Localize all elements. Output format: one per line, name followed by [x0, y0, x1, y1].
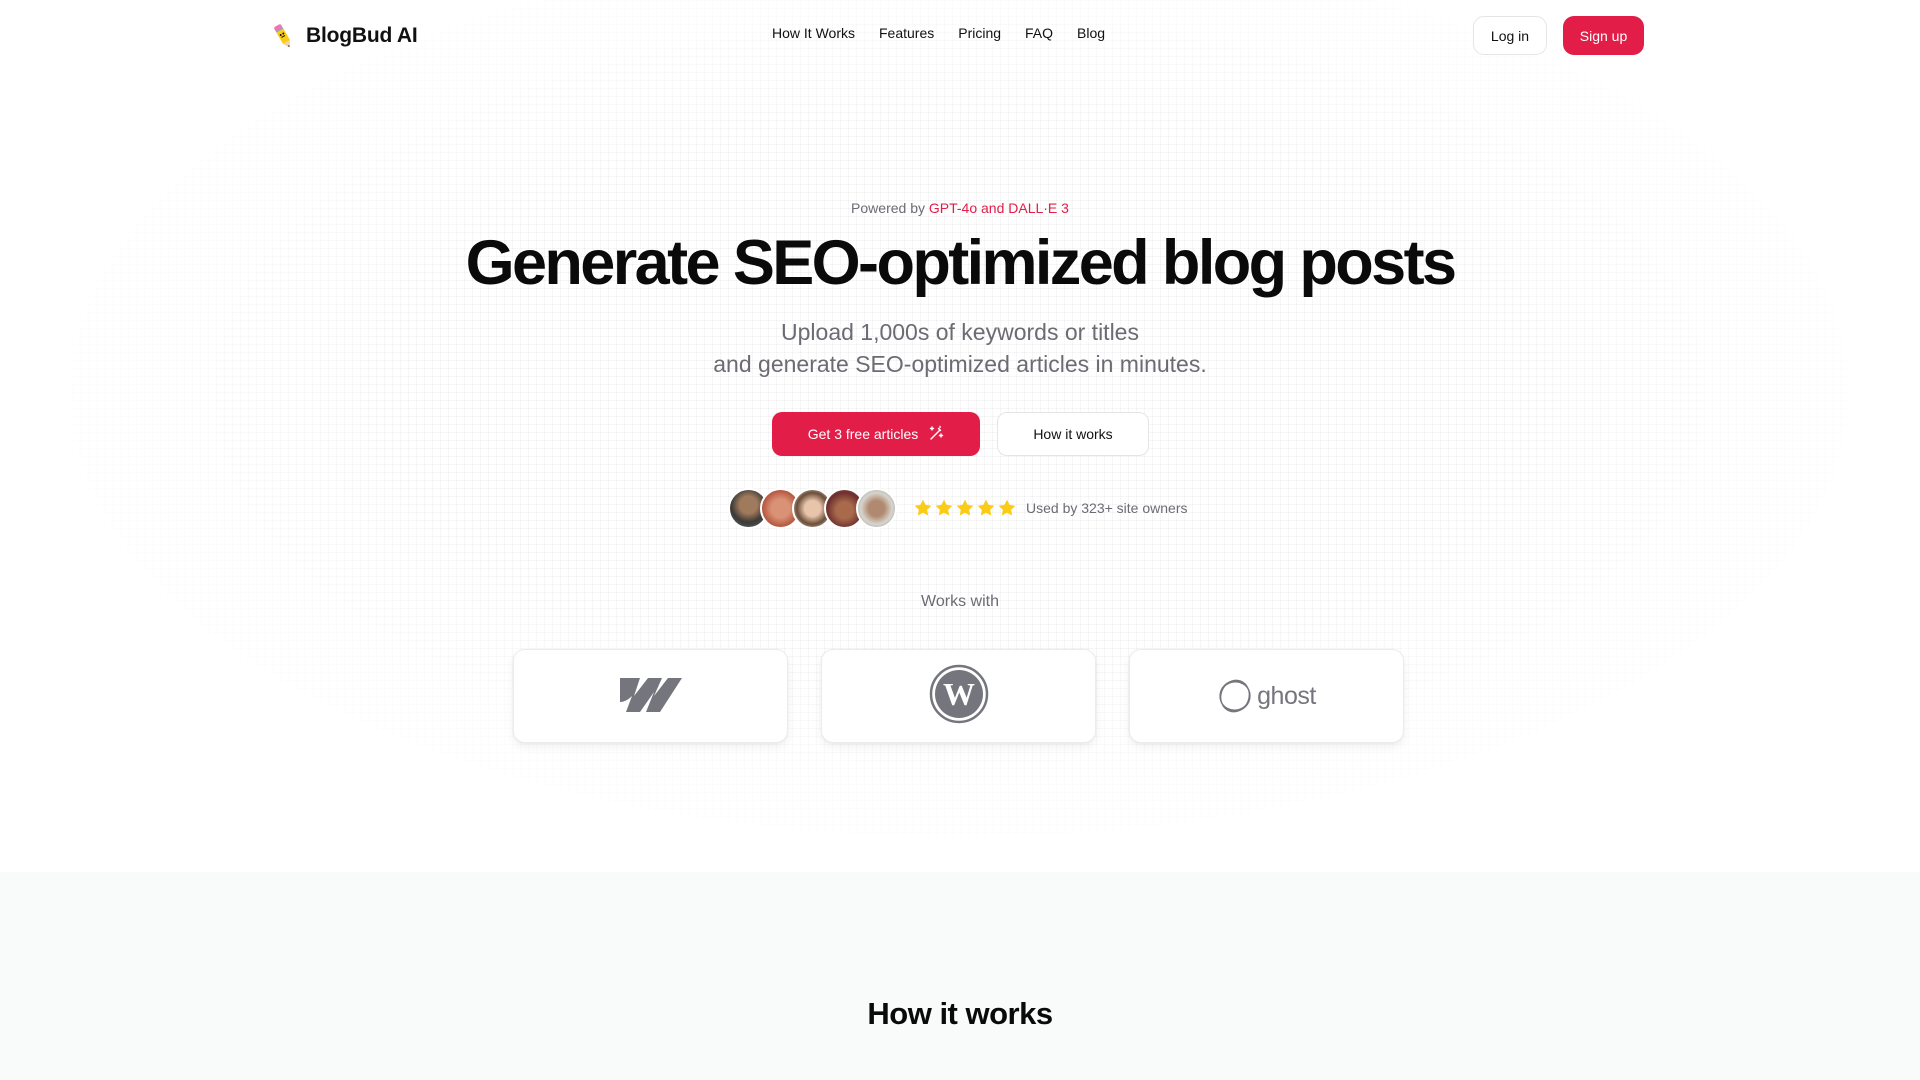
login-button[interactable]: Log in: [1473, 16, 1547, 55]
magic-wand-icon: [928, 425, 944, 444]
how-it-works-heading: How it works: [867, 996, 1053, 1031]
nav-link-how-it-works[interactable]: How It Works: [772, 25, 855, 41]
nav-link-features[interactable]: Features: [879, 25, 934, 41]
brand-logo-link[interactable]: BlogBud AI: [272, 20, 418, 52]
how-it-works-button[interactable]: How it works: [997, 412, 1149, 456]
nav-link-pricing[interactable]: Pricing: [958, 25, 1001, 41]
subhead-line-1: Upload 1,000s of keywords or titles: [781, 319, 1139, 345]
powered-by-text: Powered by GPT-4o and DALL·E 3: [0, 200, 1920, 216]
signup-button[interactable]: Sign up: [1563, 16, 1644, 55]
avatar-group: [728, 487, 897, 529]
nav-link-blog[interactable]: Blog: [1077, 25, 1105, 41]
avatar: [856, 487, 897, 529]
star-icon: [934, 498, 954, 518]
integration-card-ghost[interactable]: ghost: [1129, 649, 1404, 743]
brand-name: BlogBud AI: [306, 24, 418, 47]
get-free-articles-button[interactable]: Get 3 free articles: [772, 412, 980, 456]
ghost-logo-icon: ghost: [1217, 678, 1316, 714]
powered-by-prefix: Powered by: [851, 200, 929, 216]
wordpress-logo-icon: W: [929, 664, 989, 729]
pencil-mascot-icon: [272, 22, 294, 50]
nav-links: How It Works Features Pricing FAQ Blog: [772, 25, 1105, 41]
rating-stars: [913, 498, 1017, 518]
integration-cards: W ghost: [513, 649, 1404, 743]
social-proof: Used by 323+ site owners: [728, 487, 1187, 529]
works-with-label: Works with: [921, 593, 999, 610]
webflow-logo-icon: [619, 674, 682, 719]
hero-headline: Generate SEO-optimized blog posts: [465, 228, 1457, 298]
ghost-wordmark: ghost: [1257, 681, 1316, 710]
hero-subheadline: Upload 1,000s of keywords or titles and …: [0, 316, 1920, 380]
svg-text:W: W: [943, 676, 975, 712]
star-icon: [976, 498, 996, 518]
star-icon: [913, 498, 933, 518]
star-icon: [955, 498, 975, 518]
top-navbar: BlogBud AI How It Works Features Pricing…: [0, 0, 1920, 72]
integration-card-wordpress[interactable]: W: [821, 649, 1096, 743]
subhead-line-2: and generate SEO-optimized articles in m…: [713, 351, 1207, 377]
hero-cta-row: Get 3 free articles How it works: [772, 412, 1149, 456]
nav-link-faq[interactable]: FAQ: [1025, 25, 1053, 41]
star-icon: [997, 498, 1017, 518]
get-free-articles-label: Get 3 free articles: [807, 426, 919, 442]
integration-card-webflow[interactable]: [513, 649, 788, 743]
how-it-works-section: [0, 872, 1920, 1080]
used-by-text: Used by 323+ site owners: [1026, 500, 1188, 516]
powered-by-models: GPT-4o and DALL·E 3: [928, 200, 1069, 216]
